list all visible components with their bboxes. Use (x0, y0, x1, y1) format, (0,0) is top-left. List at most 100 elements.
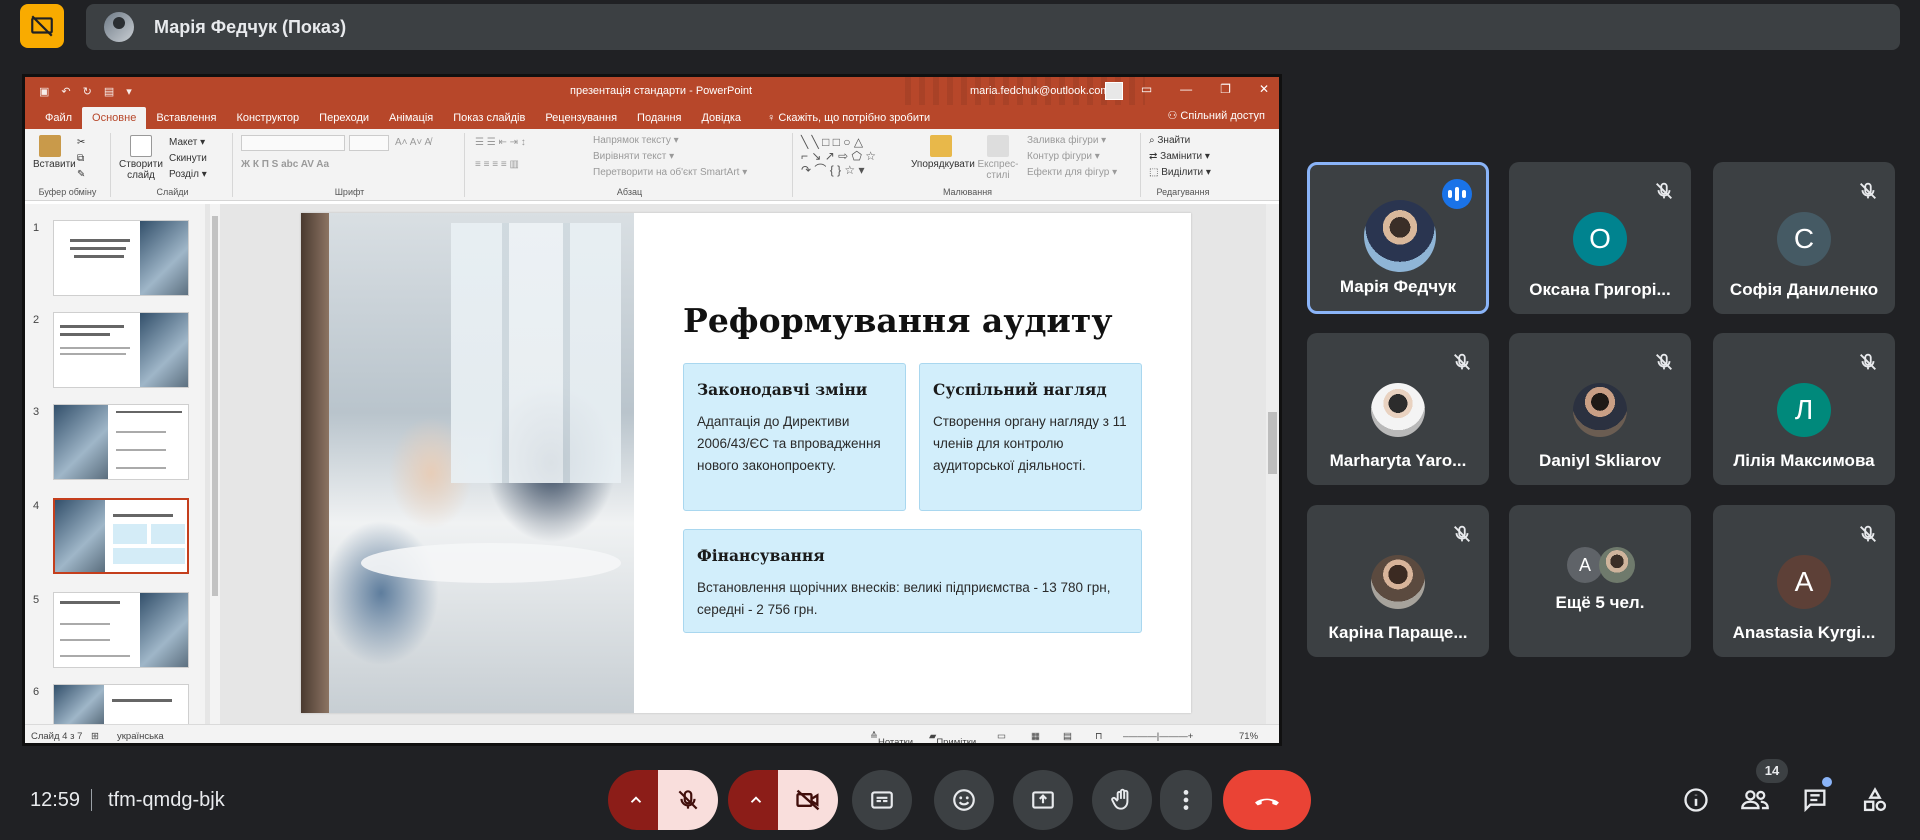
find-button[interactable]: ⌕ Знайти (1149, 135, 1190, 146)
video-options-button[interactable] (728, 770, 784, 830)
participant-tile[interactable]: Марія Федчук (1307, 162, 1489, 314)
reactions-button[interactable] (934, 770, 994, 830)
close-icon[interactable]: ✕ (1259, 82, 1269, 96)
camera-toggle-button[interactable] (778, 770, 838, 830)
tab-design[interactable]: Конструктор (226, 107, 309, 129)
minimize-icon[interactable]: — (1180, 82, 1192, 96)
chevron-up-icon (750, 796, 762, 803)
slide-thumbnail-5[interactable] (53, 592, 189, 668)
people-icon[interactable] (1740, 785, 1770, 815)
tab-file[interactable]: Файл (35, 107, 82, 129)
more-participants-tile[interactable]: А Ещё 5 чел. (1509, 505, 1691, 657)
layout-button[interactable]: Макет ▾ (169, 137, 205, 148)
select-label: Виділити (1161, 167, 1204, 178)
list-buttons[interactable]: ☰ ☰ ⇤ ⇥ ↕ (475, 137, 526, 148)
participant-tile[interactable]: С Софія Даниленко (1713, 162, 1895, 314)
slide-thumbnail-6[interactable] (53, 684, 189, 724)
participant-tile[interactable]: Daniyl Skliarov (1509, 333, 1691, 485)
tab-review[interactable]: Рецензування (535, 107, 627, 129)
notes-button[interactable]: ≙ Нотатки (870, 731, 913, 743)
reading-view-icon[interactable]: ▤ (1063, 731, 1072, 742)
slide-thumbnail-3[interactable] (53, 404, 189, 480)
align-buttons[interactable]: ≡ ≡ ≡ ≡ ▥ (475, 159, 519, 170)
comments-button[interactable]: ▰ Примітки (929, 731, 976, 743)
card-legislative-changes: Законодавчі зміни Адаптація до Директиви… (683, 363, 906, 511)
arrange-icon (930, 135, 952, 157)
presenter-bar[interactable]: Марія Федчук (Показ) (86, 4, 1900, 50)
smartart-button[interactable]: Перетворити на об'єкт SmartArt ▾ (593, 167, 747, 178)
copy-icon[interactable]: ⧉ (77, 153, 84, 164)
tab-home[interactable]: Основне (82, 107, 147, 129)
meeting-info-icon[interactable] (1681, 785, 1711, 815)
save-icon[interactable]: ▣ (39, 85, 49, 98)
redo-icon[interactable]: ↻ (83, 85, 92, 98)
text-direction-button[interactable]: Напрямок тексту ▾ (593, 135, 679, 146)
shape-outline-button[interactable]: Контур фігури ▾ (1027, 151, 1100, 162)
zoom-slider[interactable]: –———|———+ (1123, 731, 1193, 742)
thumbnails-scrollbar[interactable] (210, 204, 220, 724)
font-size-select[interactable] (349, 135, 389, 151)
tell-me-search[interactable]: ♀ Скажіть, що потрібно зробити (757, 107, 940, 129)
current-slide[interactable]: Реформування аудиту Законодавчі зміни Ад… (301, 213, 1191, 713)
slide-thumbnail-4[interactable] (53, 498, 189, 574)
captions-button[interactable] (852, 770, 912, 830)
arrange-button[interactable]: Упорядкувати (911, 135, 975, 170)
meeting-code[interactable]: tfm-qmdg-bjk (108, 789, 225, 812)
tab-view[interactable]: Подання (627, 107, 691, 129)
align-text-button[interactable]: Вирівняти текст ▾ (593, 151, 674, 162)
tab-help[interactable]: Довідка (691, 107, 751, 129)
tab-animations[interactable]: Анімація (379, 107, 443, 129)
participant-tile[interactable]: Л Лілія Максимова (1713, 333, 1895, 485)
normal-view-icon[interactable]: ▭ (997, 731, 1006, 742)
reset-button[interactable]: Скинути (169, 153, 207, 164)
restore-icon[interactable]: ❐ (1220, 82, 1231, 96)
select-icon: ⬚ (1149, 167, 1162, 178)
slide-sorter-icon[interactable]: ▦ (1031, 731, 1040, 742)
language-label[interactable]: українська (117, 731, 164, 742)
mic-toggle-button[interactable] (658, 770, 718, 830)
slide-thumbnail-1[interactable] (53, 220, 189, 296)
leave-call-button[interactable] (1223, 770, 1311, 830)
paragraph-group-label: Абзац (616, 187, 643, 197)
replace-button[interactable]: ⇄ Замінити ▾ (1149, 151, 1210, 162)
cut-icon[interactable]: ✂ (77, 137, 85, 148)
participant-tile[interactable]: Каріна Параще... (1307, 505, 1489, 657)
present-screen-button[interactable] (1013, 770, 1073, 830)
new-slide-button[interactable]: Створити слайд (117, 135, 165, 181)
participant-tile[interactable]: Marharyta Yaro... (1307, 333, 1489, 485)
shape-fill-button[interactable]: Заливка фігури ▾ (1027, 135, 1106, 146)
chat-icon[interactable] (1800, 785, 1830, 815)
group-clipboard: Вставити ✂ ⧉ ✎ Буфер обміну (25, 133, 111, 197)
start-slideshow-icon[interactable]: ▤ (104, 85, 114, 98)
audio-options-button[interactable] (608, 770, 664, 830)
share-button[interactable]: ⚇ Спільний доступ (1168, 109, 1266, 122)
select-button[interactable]: ⬚ Виділити ▾ (1149, 167, 1211, 178)
activities-icon[interactable] (1860, 785, 1890, 815)
shapes-gallery[interactable]: ╲ ╲ □ □ ○ △ ⌐ ↘ ↗ ⇨ ⬠ ☆ ↷ ⌒ { } ☆ ▾ (801, 135, 907, 185)
slide-thumbnail-2[interactable] (53, 312, 189, 388)
paste-button[interactable]: Вставити (33, 135, 76, 170)
account-icon[interactable] (1105, 82, 1123, 100)
format-painter-icon[interactable]: ✎ (77, 169, 85, 180)
ribbon-display-icon[interactable]: ▭ (1141, 82, 1152, 96)
more-options-button[interactable] (1160, 770, 1212, 830)
tab-slideshow[interactable]: Показ слайдів (443, 107, 535, 129)
font-size-buttons[interactable]: A˄ A˅ A̸ (395, 137, 431, 148)
slide-scrollbar[interactable] (1266, 204, 1279, 724)
shape-effects-button[interactable]: Ефекти для фігур ▾ (1027, 167, 1117, 178)
quick-styles-button[interactable]: Експрес-стилі (975, 135, 1021, 181)
spellcheck-icon[interactable]: ⊞ (91, 731, 99, 742)
raise-hand-button[interactable] (1092, 770, 1152, 830)
tab-insert[interactable]: Вставлення (146, 107, 226, 129)
tab-transitions[interactable]: Переходи (309, 107, 379, 129)
section-button[interactable]: Розділ ▾ (169, 169, 207, 180)
participant-tile[interactable]: О Оксана Григорі... (1509, 162, 1691, 314)
undo-icon[interactable]: ↶ (61, 85, 70, 98)
zoom-level[interactable]: 71% (1239, 731, 1258, 742)
customize-qat-icon[interactable]: ▾ (126, 85, 132, 98)
font-format-buttons[interactable]: Ж К П S abc AV Aa (241, 159, 329, 170)
participant-tile[interactable]: A Anastasia Kyrgi... (1713, 505, 1895, 657)
font-name-select[interactable] (241, 135, 345, 151)
account-email[interactable]: maria.fedchuk@outlook.com (970, 85, 1110, 97)
slideshow-view-icon[interactable]: ⊓ (1095, 731, 1102, 742)
